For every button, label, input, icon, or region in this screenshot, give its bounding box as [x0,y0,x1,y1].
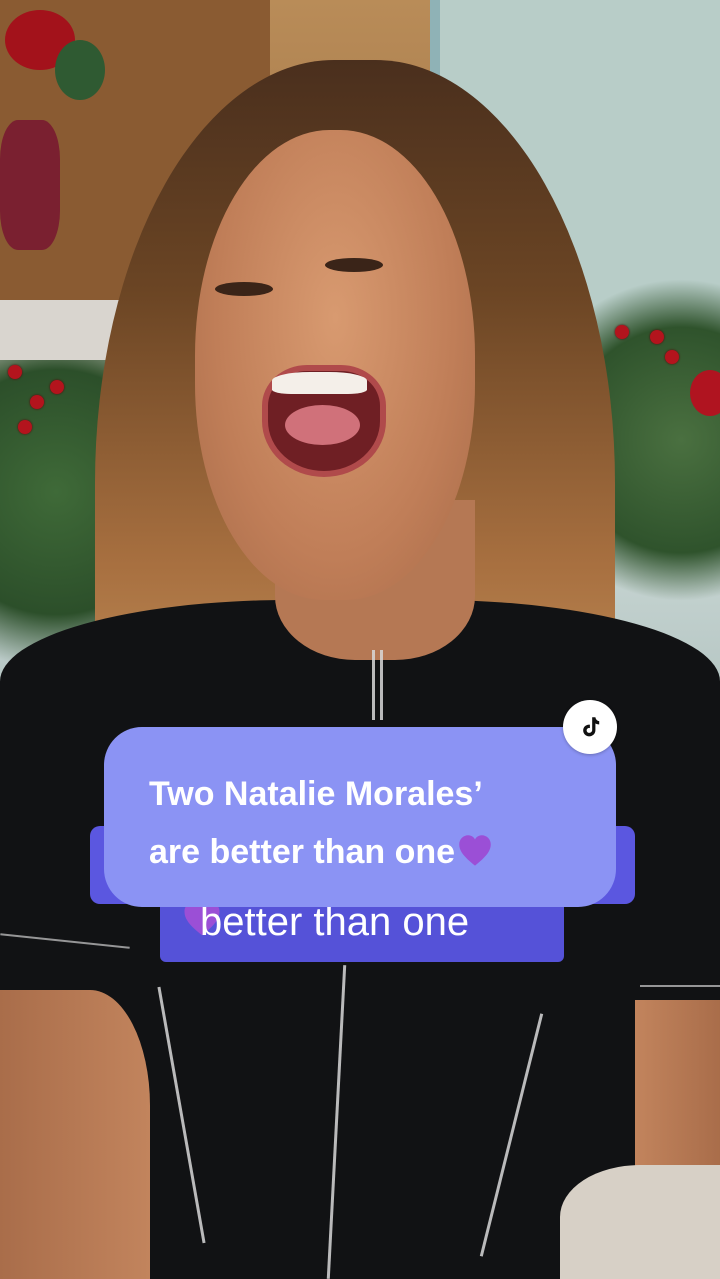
person-tongue [285,405,360,445]
dress-seam [372,650,375,720]
berry-decoration [8,365,22,379]
caption-line-2: are better than one [149,823,616,881]
dress-seam [380,650,383,720]
tiktok-icon [583,717,600,737]
purple-heart-icon [459,835,491,866]
berry-decoration [30,395,44,409]
person-eye-right [325,258,383,272]
person-teeth [272,372,367,394]
caption-card: Two Natalie Morales’ are better than one [104,727,616,907]
berry-decoration [50,380,64,394]
berry-decoration [665,350,679,364]
berry-decoration [18,420,32,434]
ornament-decoration [0,120,60,250]
berry-decoration [650,330,664,344]
person-eye-left [215,282,273,296]
berry-decoration [615,325,629,339]
dress-seam [640,985,720,987]
ornament-decoration [55,40,105,100]
person-arm-left [0,990,150,1279]
video-frame[interactable] [0,0,720,1279]
tiktok-badge[interactable] [563,700,617,754]
couch-cushion [560,1165,720,1279]
caption-line-1: Two Natalie Morales’ [149,775,483,813]
